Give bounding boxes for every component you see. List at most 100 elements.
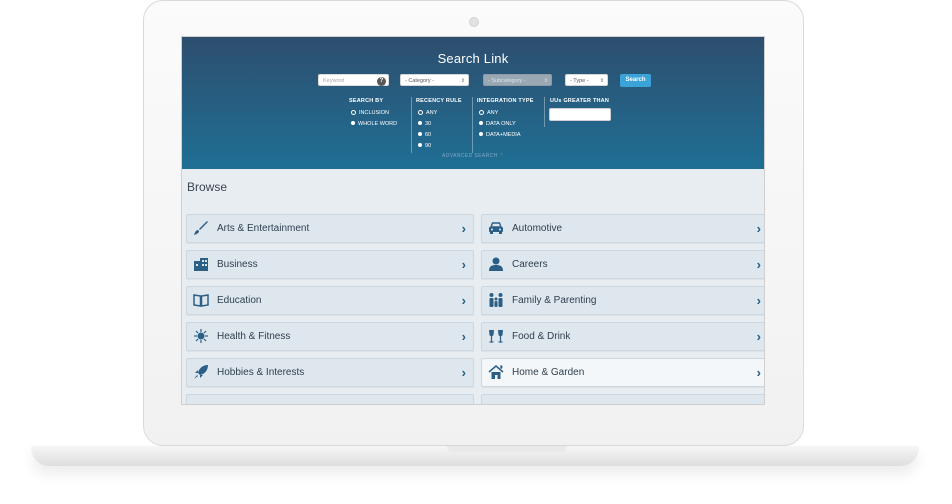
chevron-right-icon: ›	[461, 293, 466, 308]
recency-any[interactable]: ANY	[418, 109, 438, 116]
chevron-right-icon: ›	[461, 329, 466, 344]
book-icon	[192, 292, 210, 310]
glasses-icon	[487, 328, 505, 346]
camera-icon	[469, 17, 479, 27]
page-title: Search Link	[437, 51, 509, 66]
select-arrow-icon: ⇕	[460, 78, 465, 84]
tile-label: Business	[217, 259, 258, 270]
integration-any[interactable]: ANY	[479, 109, 499, 116]
category-label: - Category -	[405, 78, 435, 84]
category-tile-automotive[interactable]: Automotive ›	[481, 214, 764, 243]
screen: Search Link Keyword ? - Category - ⇕ - S…	[181, 36, 765, 405]
search-by-inclusion[interactable]: INCLUSION	[351, 109, 389, 116]
subcategory-select[interactable]: - Subcategory - ⇕	[483, 74, 552, 86]
option-label: DATA+MEDIA	[486, 132, 521, 138]
search-header: Search Link Keyword ? - Category - ⇕ - S…	[182, 37, 764, 169]
recency-30[interactable]: 30	[418, 121, 431, 127]
family-icon	[487, 292, 505, 310]
chevron-right-icon: ›	[756, 365, 761, 380]
rocket-icon	[192, 364, 210, 382]
radio-icon	[418, 143, 422, 148]
chevron-right-icon: ›	[756, 257, 761, 272]
radio-icon	[479, 121, 483, 126]
tile-label: Health & Fitness	[217, 331, 291, 342]
option-label: ANY	[426, 110, 438, 116]
help-icon[interactable]: ?	[377, 76, 386, 86]
recency-heading: RECENCY RULE	[416, 98, 462, 104]
category-tile-home[interactable]: Home & Garden ›	[481, 358, 764, 387]
chevron-right-icon: ›	[757, 395, 761, 404]
integration-heading: INTEGRATION TYPE	[477, 98, 534, 104]
tile-label: Education	[217, 295, 262, 306]
chevron-right-icon: ›	[462, 395, 466, 404]
radio-icon	[479, 109, 484, 115]
subcategory-label: - Subcategory -	[488, 78, 526, 84]
type-label: - Type -	[570, 78, 589, 84]
virus-icon	[192, 328, 210, 346]
radio-icon	[351, 109, 356, 115]
advanced-search-toggle[interactable]: ADVANCED SEARCH ⌃	[182, 153, 764, 159]
select-arrow-icon: ⇕	[599, 78, 604, 84]
tile-label: Arts & Entertainment	[217, 223, 310, 234]
category-tile-careers[interactable]: Careers ›	[481, 250, 764, 279]
radio-icon	[351, 121, 355, 126]
search-by-whole-word[interactable]: WHOLE WORD	[351, 121, 397, 127]
category-tile-partial[interactable]: ›	[186, 394, 474, 404]
radio-icon	[418, 132, 422, 137]
home-icon	[487, 364, 505, 382]
paintbrush-icon	[192, 220, 210, 238]
person-icon	[487, 256, 505, 274]
category-tile-food[interactable]: Food & Drink ›	[481, 322, 764, 351]
chevron-right-icon: ›	[461, 221, 466, 236]
option-label: INCLUSION	[359, 110, 389, 116]
laptop-notch	[447, 446, 567, 452]
type-select[interactable]: - Type - ⇕	[565, 74, 608, 86]
category-tile-education[interactable]: Education ›	[186, 286, 474, 315]
category-tile-arts[interactable]: Arts & Entertainment ›	[186, 214, 474, 243]
chevron-right-icon: ›	[756, 293, 761, 308]
recency-90[interactable]: 90	[418, 143, 431, 149]
category-tile-business[interactable]: Business ›	[186, 250, 474, 279]
tile-label: Home & Garden	[512, 367, 585, 378]
tile-label: Automotive	[512, 223, 563, 234]
option-label: 30	[425, 121, 432, 127]
recency-60[interactable]: 60	[418, 132, 431, 138]
uus-heading: UUs GREATER THAN	[550, 98, 610, 104]
tile-label: Food & Drink	[512, 331, 571, 342]
integration-data-only[interactable]: DATA ONLY	[479, 121, 516, 127]
divider	[544, 97, 545, 127]
chevron-right-icon: ›	[756, 221, 761, 236]
laptop-base	[31, 446, 919, 466]
search-button[interactable]: Search	[620, 74, 651, 87]
radio-icon	[418, 121, 422, 126]
option-label: DATA ONLY	[486, 121, 516, 127]
divider	[472, 97, 473, 153]
category-tile-health[interactable]: Health & Fitness ›	[186, 322, 474, 351]
option-label: 60	[425, 132, 432, 138]
chevron-right-icon: ›	[461, 365, 466, 380]
radio-icon	[418, 109, 423, 115]
tile-label: Hobbies & Interests	[217, 367, 305, 378]
option-label: 90	[425, 143, 432, 149]
chevron-right-icon: ›	[756, 329, 761, 344]
chevron-right-icon: ›	[461, 257, 466, 272]
category-select[interactable]: - Category - ⇕	[400, 74, 469, 86]
category-tile-family[interactable]: Family & Parenting ›	[481, 286, 764, 315]
keyword-input[interactable]: Keyword ?	[318, 74, 389, 86]
category-tile-partial[interactable]: ›	[481, 394, 764, 404]
radio-icon	[479, 132, 483, 137]
tile-label: Family & Parenting	[512, 295, 597, 306]
select-arrow-icon: ⇕	[543, 78, 548, 84]
browse-heading: Browse	[187, 180, 228, 194]
category-tile-hobbies[interactable]: Hobbies & Interests ›	[186, 358, 474, 387]
option-label: ANY	[487, 110, 499, 116]
option-label: WHOLE WORD	[358, 121, 398, 127]
uus-input[interactable]	[549, 108, 611, 121]
divider	[411, 97, 412, 153]
integration-data-media[interactable]: DATA+MEDIA	[479, 132, 520, 138]
keyword-placeholder: Keyword	[323, 78, 345, 84]
tile-label: Careers	[512, 259, 548, 270]
search-by-heading: SEARCH BY	[349, 98, 384, 104]
building-icon	[192, 256, 210, 274]
car-icon	[487, 220, 505, 238]
